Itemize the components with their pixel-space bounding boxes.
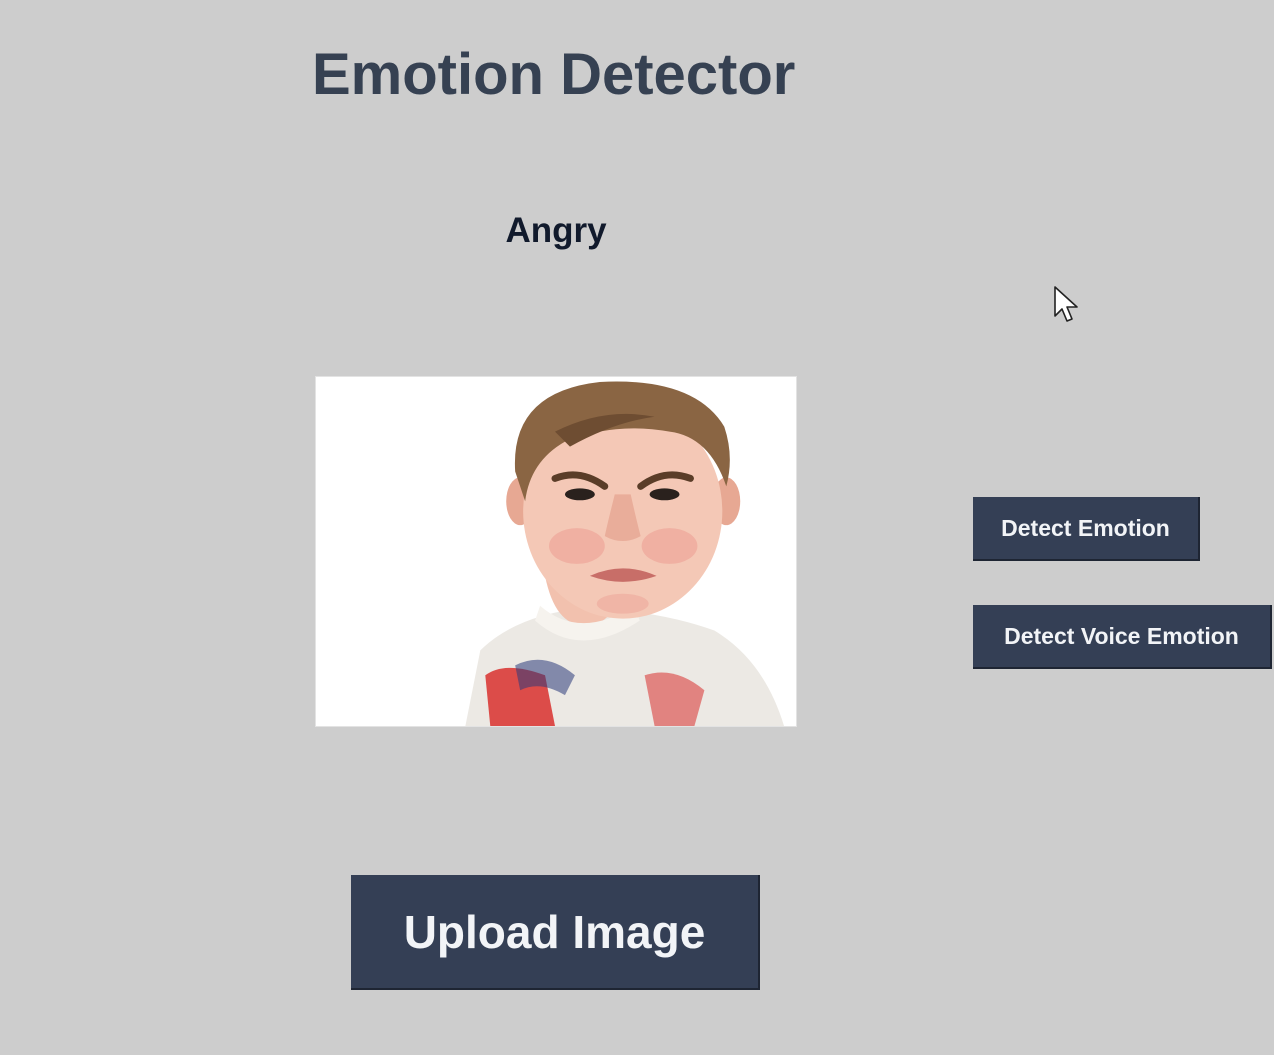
detect-voice-emotion-button[interactable]: Detect Voice Emotion xyxy=(973,605,1272,669)
detect-emotion-button[interactable]: Detect Emotion xyxy=(973,497,1200,561)
uploaded-photo-icon xyxy=(316,377,796,726)
emotion-result-label: Angry xyxy=(505,211,607,250)
uploaded-image-preview xyxy=(315,376,797,727)
upload-image-button[interactable]: Upload Image xyxy=(351,875,760,990)
app-title: Emotion Detector xyxy=(312,42,796,107)
mouse-pointer-icon xyxy=(1054,286,1078,322)
